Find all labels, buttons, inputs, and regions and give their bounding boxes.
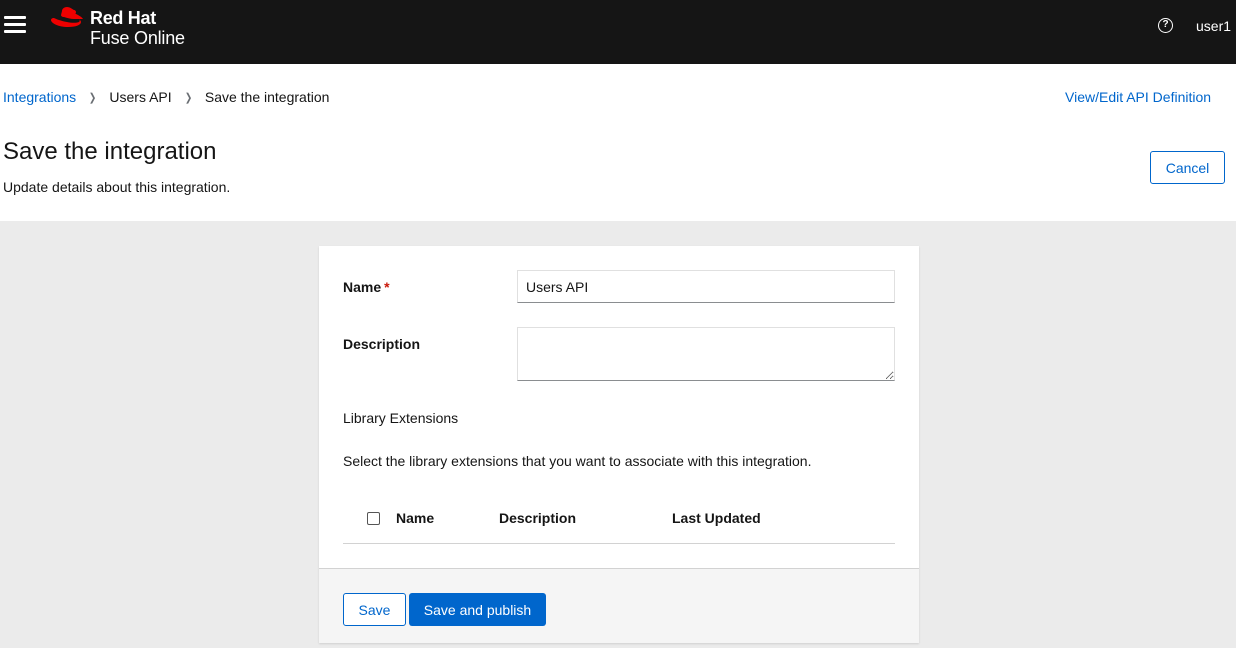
- description-input[interactable]: [517, 327, 895, 381]
- save-integration-form: Name* Description Library Extensions Sel…: [319, 246, 919, 643]
- chevron-right-icon: ❯: [184, 91, 192, 104]
- breadcrumb-users-api: Users API: [109, 89, 172, 105]
- masthead: Red Hat Fuse Online ? user1: [0, 0, 1236, 64]
- column-header-last-updated[interactable]: Last Updated: [672, 510, 761, 526]
- help-icon[interactable]: ?: [1158, 18, 1173, 33]
- page-title: Save the integration: [3, 138, 217, 165]
- page-header: Integrations ❯ Users API ❯ Save the inte…: [0, 64, 1236, 221]
- save-and-publish-button[interactable]: Save and publish: [409, 593, 546, 626]
- column-header-description[interactable]: Description: [499, 510, 576, 526]
- breadcrumb-integrations-link[interactable]: Integrations: [3, 89, 76, 105]
- chevron-right-icon: ❯: [89, 91, 97, 104]
- red-hat-logo-icon: [51, 7, 83, 27]
- user-menu[interactable]: user1: [1196, 18, 1231, 34]
- name-input[interactable]: [517, 270, 895, 303]
- required-marker: *: [384, 279, 390, 295]
- breadcrumb-current: Save the integration: [204, 89, 330, 105]
- column-header-name[interactable]: Name: [396, 510, 434, 526]
- select-all-checkbox[interactable]: [367, 512, 380, 525]
- product-name: Fuse Online: [90, 28, 185, 48]
- table-divider: [343, 543, 895, 544]
- library-extensions-heading: Library Extensions: [343, 410, 459, 426]
- hamburger-menu-icon[interactable]: [4, 14, 26, 36]
- description-field-label: Description: [343, 336, 421, 352]
- cancel-button[interactable]: Cancel: [1150, 151, 1225, 184]
- breadcrumb: Integrations ❯ Users API ❯ Save the inte…: [3, 89, 329, 105]
- page-subtitle: Update details about this integration.: [3, 179, 231, 195]
- library-extensions-help-text: Select the library extensions that you w…: [343, 453, 812, 469]
- name-field-label: Name *: [343, 279, 390, 295]
- brand-name: Red Hat: [90, 8, 156, 28]
- save-button[interactable]: Save: [343, 593, 406, 626]
- view-edit-api-definition-link[interactable]: View/Edit API Definition: [1065, 89, 1211, 105]
